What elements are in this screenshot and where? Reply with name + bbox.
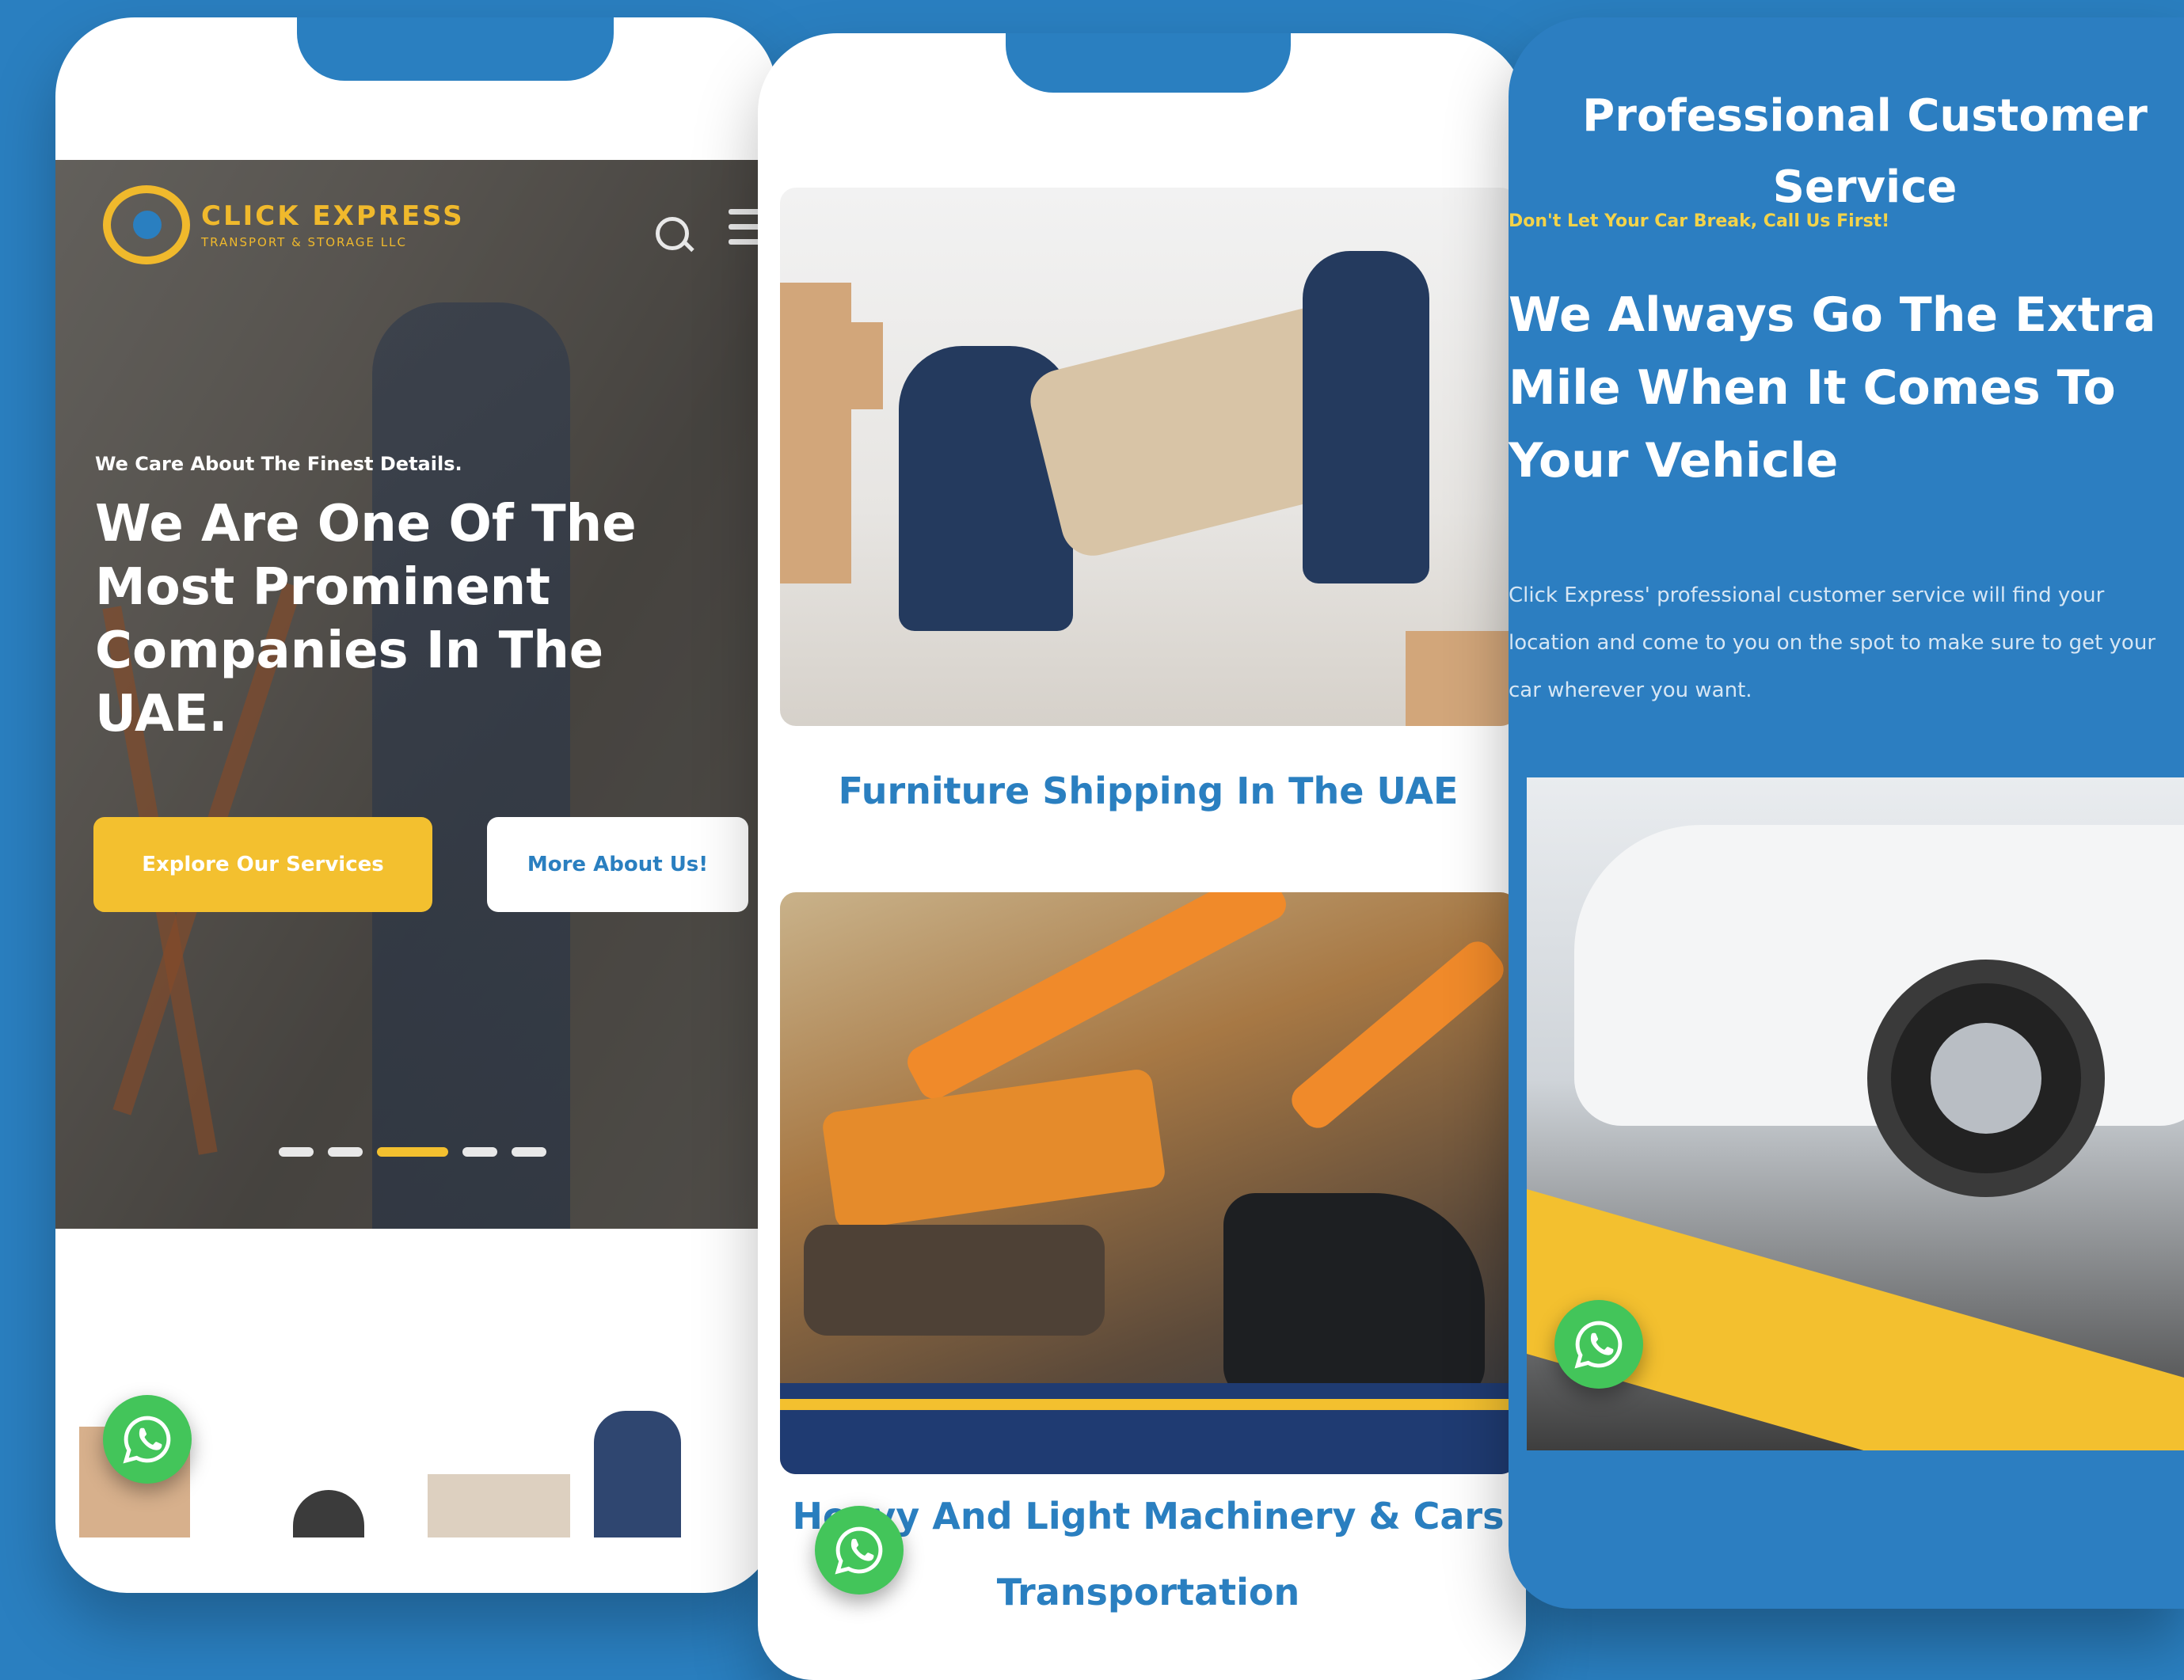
slider-dot-active[interactable] bbox=[377, 1147, 448, 1157]
machinery-transport-image[interactable] bbox=[780, 892, 1516, 1474]
section-heading: Professional Customer Service bbox=[1582, 90, 2148, 213]
slider-dot[interactable] bbox=[512, 1147, 546, 1157]
phone-mockup-customer-service: Professional Customer Service Don't Let … bbox=[1509, 17, 2184, 1609]
slider-pagination bbox=[279, 1147, 546, 1157]
section-title: We Always Go The Extra Mile When It Come… bbox=[1509, 287, 2156, 488]
hero-section: CLICK EXPRESS TRANSPORT & STORAGE LLC We… bbox=[55, 160, 776, 1229]
whatsapp-icon[interactable] bbox=[103, 1395, 192, 1484]
logo-icon bbox=[103, 185, 190, 264]
logo-subtitle: TRANSPORT & STORAGE LLC bbox=[201, 235, 407, 249]
service-card-title[interactable]: Furniture Shipping In The UAE bbox=[780, 770, 1516, 812]
hero-kicker: We Care About The Finest Details. bbox=[95, 453, 462, 475]
section-subheading: Don't Let Your Car Break, Call Us First! bbox=[1509, 211, 1890, 231]
slider-dot[interactable] bbox=[328, 1147, 363, 1157]
whatsapp-icon[interactable] bbox=[1554, 1300, 1643, 1389]
slider-dot[interactable] bbox=[279, 1147, 314, 1157]
hero-title: We Are One Of The Most Prominent Compani… bbox=[95, 495, 637, 743]
furniture-shipping-image[interactable] bbox=[780, 188, 1516, 726]
phone-mockup-home: CLICK EXPRESS TRANSPORT & STORAGE LLC We… bbox=[55, 17, 776, 1593]
logo-title: CLICK EXPRESS bbox=[201, 200, 465, 232]
search-icon[interactable] bbox=[656, 217, 689, 250]
section-body-text: Click Express' professional customer ser… bbox=[1509, 583, 2156, 702]
phone-mockup-services: Furniture Shipping In The UAE Heavy And … bbox=[758, 33, 1526, 1680]
site-logo[interactable]: CLICK EXPRESS TRANSPORT & STORAGE LLC bbox=[103, 185, 465, 264]
whatsapp-icon[interactable] bbox=[815, 1506, 904, 1594]
more-about-us-button[interactable]: More About Us! bbox=[487, 817, 748, 912]
phone-notch bbox=[1006, 33, 1291, 93]
phone-notch bbox=[297, 17, 614, 81]
slider-dot[interactable] bbox=[462, 1147, 497, 1157]
explore-services-button[interactable]: Explore Our Services bbox=[93, 817, 432, 912]
